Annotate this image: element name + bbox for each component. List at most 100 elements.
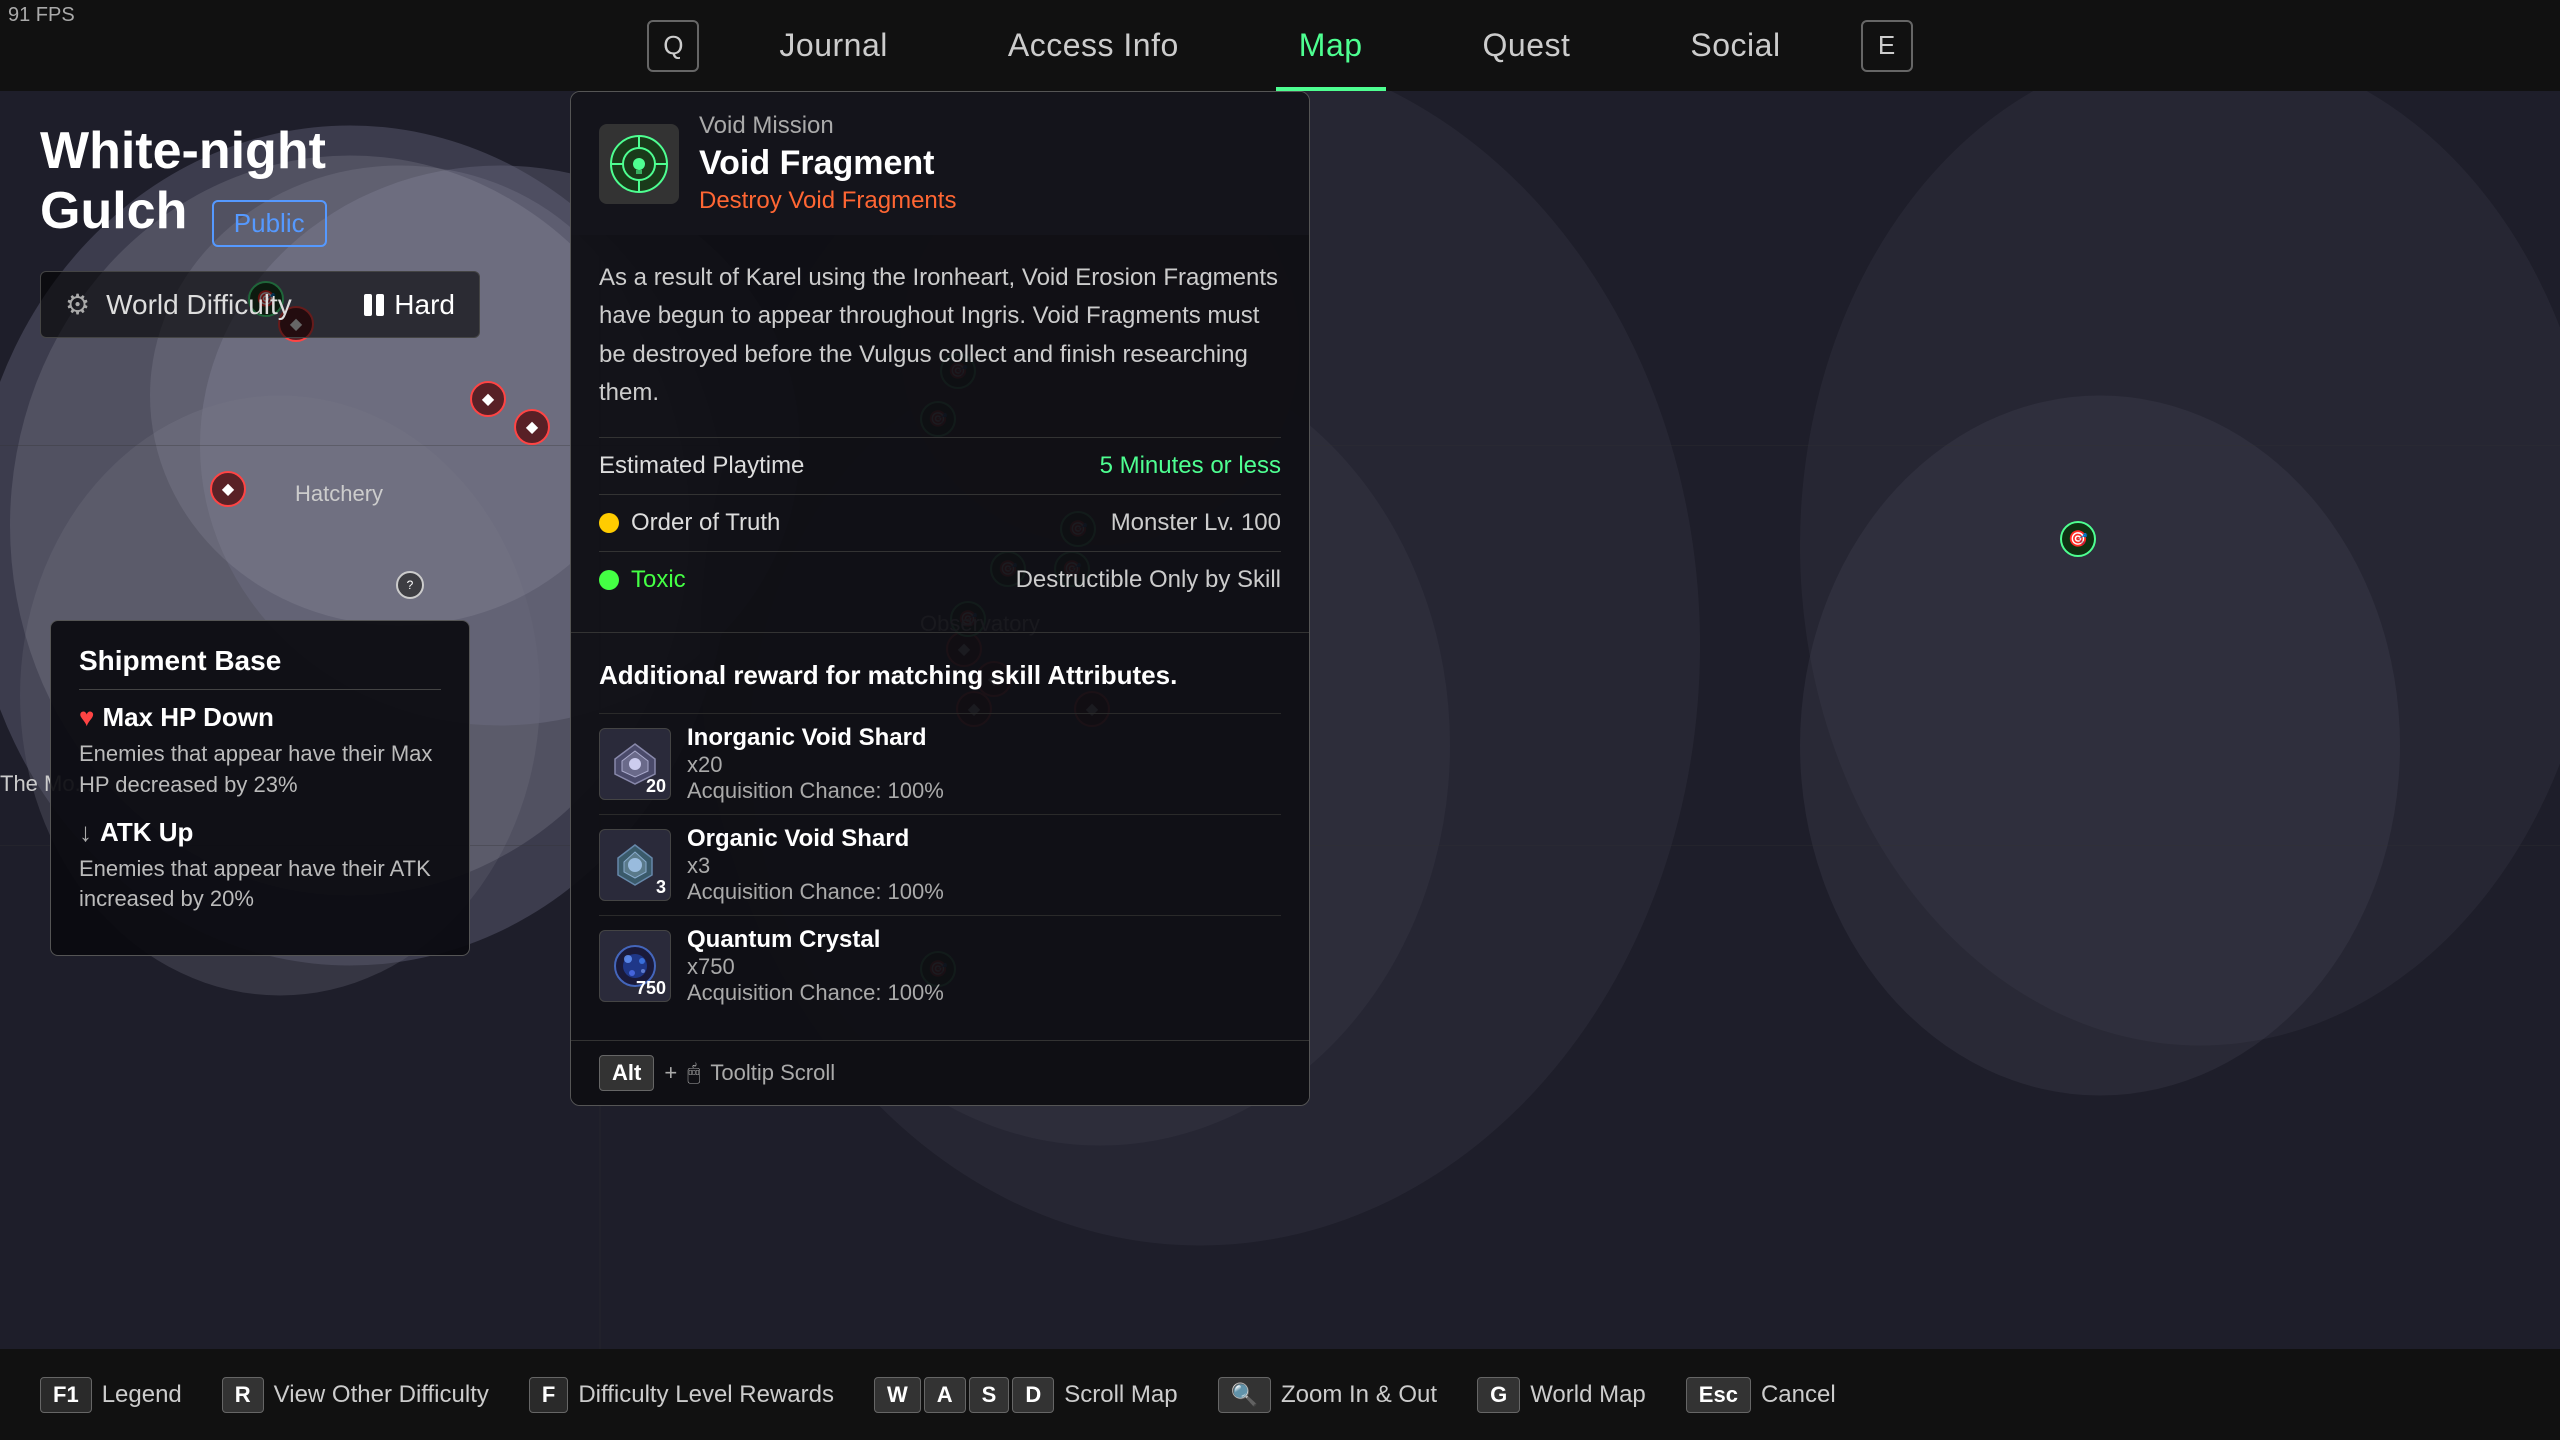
legend-item[interactable]: F1 Legend: [40, 1377, 182, 1413]
inorganic-count: 20: [646, 776, 666, 797]
cancel-item[interactable]: Esc Cancel: [1686, 1377, 1836, 1413]
mission-panel: Void Mission Void Fragment Destroy Void …: [570, 91, 1310, 1106]
truth-value: Monster Lv. 100: [1111, 509, 1281, 537]
visibility-badge: Public: [212, 200, 327, 247]
scroll-map-label: Scroll Map: [1064, 1381, 1177, 1409]
mission-header: Void Mission Void Fragment Destroy Void …: [571, 92, 1309, 235]
left-panel: White-night Gulch Public ⚙ World Difficu…: [0, 91, 520, 368]
difficulty-value: Hard: [394, 289, 455, 321]
plus-sign: +: [664, 1060, 677, 1086]
effect-desc-atk: Enemies that appear have their ATK incre…: [79, 854, 441, 916]
inorganic-qty: x20: [687, 752, 944, 778]
world-map-item[interactable]: G World Map: [1477, 1377, 1646, 1413]
scroll-icon: 🖱: [687, 1060, 700, 1086]
inorganic-info: Inorganic Void Shard x20 Acquisition Cha…: [687, 724, 944, 804]
mission-name: Void Fragment: [699, 144, 956, 183]
mission-description: As a result of Karel using the Ironheart…: [599, 259, 1281, 413]
mission-text: Void Mission Void Fragment Destroy Void …: [699, 112, 956, 215]
tooltip-scroll-bar: Alt + 🖱 Tooltip Scroll: [571, 1040, 1309, 1105]
quantum-info: Quantum Crystal x750 Acquisition Chance:…: [687, 926, 944, 1006]
nav-item-journal[interactable]: Journal: [719, 0, 947, 91]
zoom-item: 🔍 Zoom In & Out: [1218, 1377, 1437, 1413]
toxic-name: Toxic: [631, 566, 1004, 594]
mission-subtitle: Destroy Void Fragments: [699, 187, 956, 215]
difficulty-level: Hard: [364, 289, 455, 321]
inorganic-name: Inorganic Void Shard: [687, 724, 944, 752]
w-key: W: [874, 1377, 921, 1413]
other-difficulty-item[interactable]: R View Other Difficulty: [222, 1377, 489, 1413]
shipment-title: Shipment Base: [79, 645, 441, 690]
inorganic-chance: Acquisition Chance: 100%: [687, 778, 944, 804]
scroll-map-item: W A S D Scroll Map: [874, 1377, 1178, 1413]
mission-body: As a result of Karel using the Ironheart…: [571, 235, 1309, 632]
reward-inorganic: 20 Inorganic Void Shard x20 Acquisition …: [599, 713, 1281, 814]
nav-item-quest[interactable]: Quest: [1423, 0, 1631, 91]
mission-attr-toxic: Toxic Destructible Only by Skill: [599, 551, 1281, 608]
mission-icon: [599, 124, 679, 204]
legend-label: Legend: [102, 1381, 182, 1409]
map-icon-red-3[interactable]: ◆: [514, 409, 550, 445]
truth-dot: [599, 513, 619, 533]
nav-key-left[interactable]: Q: [647, 20, 699, 72]
nav-key-right[interactable]: E: [1861, 20, 1913, 72]
d-key: D: [1012, 1377, 1054, 1413]
quantum-qty: x750: [687, 954, 944, 980]
fps-counter: 91 FPS: [8, 4, 75, 27]
diff-bar-1: [364, 294, 372, 316]
alt-key: Alt: [599, 1055, 654, 1091]
organic-count: 3: [656, 877, 666, 898]
cancel-label: Cancel: [1761, 1381, 1836, 1409]
nav-item-access-info[interactable]: Access Info: [948, 0, 1239, 91]
difficulty-label: World Difficulty: [106, 289, 348, 321]
map-icon-green-right[interactable]: 🎯: [2060, 521, 2096, 557]
quantum-icon: 750: [599, 930, 671, 1002]
nav-item-social[interactable]: Social: [1630, 0, 1840, 91]
top-navigation: 91 FPS Q Journal Access Info Map Quest S…: [0, 0, 2560, 91]
nav-item-map[interactable]: Map: [1239, 0, 1423, 91]
playtime-label: Estimated Playtime: [599, 452, 804, 480]
rewards-title: Additional reward for matching skill Att…: [599, 657, 1281, 693]
mission-type: Void Mission: [699, 112, 956, 140]
map-icon-question[interactable]: ?: [396, 571, 424, 599]
mission-playtime: Estimated Playtime 5 Minutes or less: [599, 437, 1281, 494]
diff-bar-2: [376, 294, 384, 316]
zoom-icon: 🔍: [1218, 1377, 1271, 1413]
hatchery-label: Hatchery: [295, 481, 383, 507]
difficulty-bars: [364, 294, 384, 316]
f1-key: F1: [40, 1377, 92, 1413]
mission-attr-truth: Order of Truth Monster Lv. 100: [599, 494, 1281, 551]
shipment-tooltip: Shipment Base ♥ Max HP Down Enemies that…: [50, 620, 470, 956]
other-difficulty-label: View Other Difficulty: [274, 1381, 489, 1409]
zoom-label: Zoom In & Out: [1281, 1381, 1437, 1409]
effect-max-hp: ♥ Max HP Down Enemies that appear have t…: [79, 702, 441, 801]
organic-qty: x3: [687, 853, 944, 879]
map-icon-red-4[interactable]: ◆: [210, 471, 246, 507]
difficulty-rewards-item[interactable]: F Difficulty Level Rewards: [529, 1377, 834, 1413]
r-key: R: [222, 1377, 264, 1413]
playtime-value: 5 Minutes or less: [1100, 452, 1281, 480]
map-icon-red-2[interactable]: ◆: [470, 381, 506, 417]
heart-icon: ♥: [79, 702, 94, 733]
difficulty-rewards-label: Difficulty Level Rewards: [578, 1381, 834, 1409]
truth-name: Order of Truth: [631, 509, 1099, 537]
g-key: G: [1477, 1377, 1520, 1413]
a-key: A: [924, 1377, 966, 1413]
f-key: F: [529, 1377, 568, 1413]
wasd-keys: W A S D: [874, 1377, 1054, 1413]
quantum-count: 750: [636, 978, 666, 999]
atk-icon: ↓: [79, 817, 92, 848]
organic-chance: Acquisition Chance: 100%: [687, 879, 944, 905]
reward-organic: 3 Organic Void Shard x3 Acquisition Chan…: [599, 814, 1281, 915]
bottom-bar: F1 Legend R View Other Difficulty F Diff…: [0, 1349, 2560, 1440]
difficulty-bar[interactable]: ⚙ World Difficulty Hard: [40, 271, 480, 338]
effect-name-atk: ↓ ATK Up: [79, 817, 441, 848]
s-key: S: [969, 1377, 1010, 1413]
difficulty-icon: ⚙: [65, 288, 90, 321]
quantum-name: Quantum Crystal: [687, 926, 944, 954]
reward-quantum: 750 Quantum Crystal x750 Acquisition Cha…: [599, 915, 1281, 1016]
world-map-label: World Map: [1530, 1381, 1646, 1409]
rewards-section: Additional reward for matching skill Att…: [571, 632, 1309, 1040]
toxic-value: Destructible Only by Skill: [1016, 566, 1281, 594]
organic-info: Organic Void Shard x3 Acquisition Chance…: [687, 825, 944, 905]
organic-name: Organic Void Shard: [687, 825, 944, 853]
